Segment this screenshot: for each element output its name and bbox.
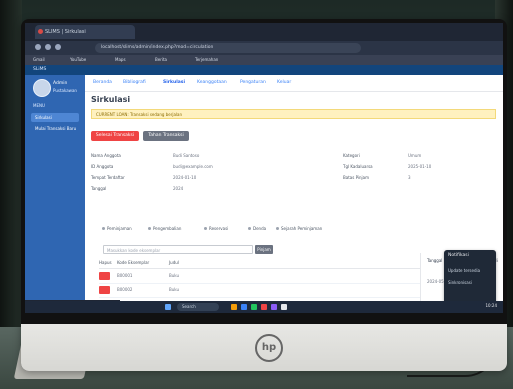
notification-title: Notifikasi xyxy=(448,253,469,258)
label-date: Tanggal xyxy=(91,186,107,191)
hold-transaction-button[interactable]: Tahan Transaksi xyxy=(143,131,189,141)
app-name: SLiMS xyxy=(33,67,47,72)
top-menu: Beranda Bibliografi Sirkulasi Keanggotaa… xyxy=(85,75,503,92)
browser-icon[interactable] xyxy=(241,304,247,310)
tab-fines[interactable]: Denda xyxy=(247,225,266,233)
main-content: Beranda Bibliografi Sirkulasi Keanggotaa… xyxy=(85,75,503,313)
bookmark-5[interactable]: Terjemahan xyxy=(195,56,218,64)
row-title: Buku xyxy=(169,287,180,292)
address-text: localhost/slims/admin/index.php?mod=circ… xyxy=(101,45,214,50)
circulation-tabs: Peminjaman Pengembalian Reservasi Denda … xyxy=(97,225,491,233)
menu-home[interactable]: Beranda xyxy=(93,80,112,85)
profile-role: Pustakawan xyxy=(53,88,77,93)
label-member-name: Nama Anggota xyxy=(91,153,121,158)
header-delete: Hapus xyxy=(99,260,112,265)
hp-logo: hp xyxy=(255,334,283,362)
table-row: B00001 Buku xyxy=(99,269,443,284)
app-topbar: SLiMS xyxy=(25,65,503,75)
row-title: Buku xyxy=(169,273,180,278)
delete-button[interactable] xyxy=(99,286,110,294)
taskbar-search[interactable]: Search xyxy=(177,303,219,311)
taskbar-search-label: Search xyxy=(182,304,196,309)
app-icon[interactable] xyxy=(251,304,257,310)
menu-circulation[interactable]: Sirkulasi xyxy=(163,80,185,85)
notification-item[interactable]: Update tersedia xyxy=(448,268,480,273)
app-icon[interactable] xyxy=(281,304,287,310)
address-bar[interactable]: localhost/slims/admin/index.php?mod=circ… xyxy=(95,43,361,53)
bookmark-2[interactable]: YouTube xyxy=(70,56,86,64)
folder-icon[interactable] xyxy=(231,304,237,310)
tab-return[interactable]: Pengembalian xyxy=(147,225,181,233)
loan-button[interactable]: Pinjam xyxy=(255,245,273,254)
row-item-code: B00002 xyxy=(117,287,133,292)
sidebar-section-label: MENU xyxy=(33,103,45,108)
value-member-name: Budi Santoso xyxy=(173,153,200,158)
menu-membership[interactable]: Keanggotaan xyxy=(197,80,227,85)
page-title: Sirkulasi xyxy=(91,95,131,104)
bookmark-1[interactable]: Gmail xyxy=(33,56,45,64)
windows-taskbar: Search 10:24 xyxy=(25,301,503,313)
value-expiry: 2025-01-10 xyxy=(408,164,432,169)
tab-favicon-icon xyxy=(38,29,43,34)
start-icon[interactable] xyxy=(165,304,171,310)
sidebar-item-new-transaction[interactable]: Mulai Transaksi Baru xyxy=(31,124,79,133)
table-row: B00002 Buku xyxy=(99,283,443,298)
header-item-code: Kode Eksemplar xyxy=(117,260,150,265)
label-expiry: Tgl Kadaluarsa xyxy=(343,164,373,169)
sidebar: Admin Pustakawan MENU Sirkulasi Mulai Tr… xyxy=(25,75,85,313)
value-registered: 2024-01-10 xyxy=(173,175,197,180)
forward-icon[interactable] xyxy=(45,44,51,50)
bookmark-3[interactable]: Maps xyxy=(115,56,126,64)
finish-transaction-button[interactable]: Selesai Transaksi xyxy=(91,131,139,141)
loan-table-header: Hapus Kode Eksemplar Judul xyxy=(99,258,443,269)
browser-nav-row: localhost/slims/admin/index.php?mod=circ… xyxy=(25,41,503,55)
avatar xyxy=(33,79,51,97)
label-registered: Tempat Terdaftar xyxy=(91,175,125,180)
row-item-code: B00001 xyxy=(117,273,133,278)
menu-settings[interactable]: Pengaturan xyxy=(240,80,266,85)
tab-history[interactable]: Sejarah Peminjaman xyxy=(275,225,322,233)
alert-banner: CURRENT LOAN: Transaksi sedang berjalan xyxy=(91,109,496,119)
sidebar-item-sirkulasi[interactable]: Sirkulasi xyxy=(31,113,79,122)
header-title: Judul xyxy=(169,260,179,265)
menu-logout[interactable]: Keluar xyxy=(277,80,291,85)
menu-bibliography[interactable]: Bibliografi xyxy=(123,80,146,85)
tab-loan[interactable]: Peminjaman xyxy=(102,225,132,233)
refresh-icon[interactable] xyxy=(55,44,61,50)
value-loan-limit: 3 xyxy=(408,175,411,180)
item-code-placeholder: Masukkan kode eksemplar xyxy=(107,248,161,253)
tab-title: SLIMS | Sirkulasi xyxy=(45,29,86,35)
label-category: Kategori xyxy=(343,153,360,158)
value-date: 2024 xyxy=(173,186,184,191)
app-icon[interactable] xyxy=(261,304,267,310)
label-member-id: ID Anggota xyxy=(91,164,114,169)
tab-reservation[interactable]: Reservasi xyxy=(203,225,228,233)
bookmark-4[interactable]: Berita xyxy=(155,56,167,64)
browser-tab[interactable]: SLIMS | Sirkulasi xyxy=(35,25,135,39)
bookmarks-bar: Gmail YouTube Maps Berita Terjemahan xyxy=(25,55,503,65)
delete-button[interactable] xyxy=(99,272,110,280)
browser-titlebar: SLIMS | Sirkulasi xyxy=(25,23,503,41)
value-category: Umum xyxy=(408,153,422,158)
monitor-screen: SLIMS | Sirkulasi localhost/slims/admin/… xyxy=(25,23,503,313)
profile-name: Admin xyxy=(53,81,68,86)
value-member-id: budi@example.com xyxy=(173,164,213,169)
notification-panel: Notifikasi Update tersedia Sinkronisasi xyxy=(444,250,496,308)
clock: 10:24 xyxy=(485,303,497,308)
notification-item[interactable]: Sinkronisasi xyxy=(448,280,472,285)
back-icon[interactable] xyxy=(35,44,41,50)
app-icon[interactable] xyxy=(271,304,277,310)
label-loan-limit: Batas Pinjam xyxy=(343,175,369,180)
item-code-input[interactable]: Masukkan kode eksemplar xyxy=(103,245,253,254)
